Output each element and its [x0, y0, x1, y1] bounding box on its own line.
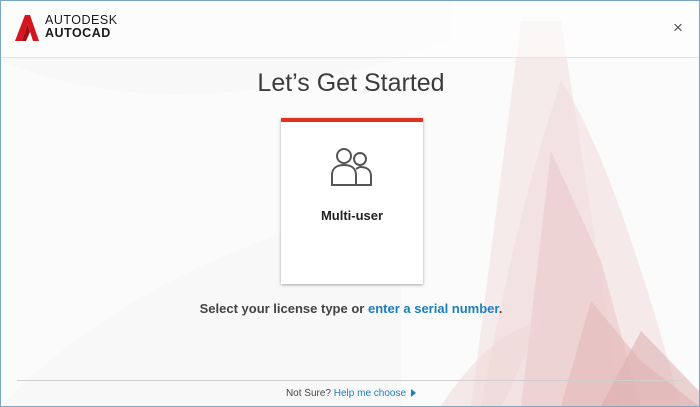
- footer: Not Sure? Help me choose: [1, 388, 699, 399]
- prompt-period: .: [498, 301, 503, 316]
- prompt-text: Select your license type or: [199, 301, 368, 316]
- title-bar: AUTODESK AUTOCAD ×: [1, 1, 699, 58]
- autocad-a-logo-icon: [15, 15, 39, 41]
- footer-divider: [17, 380, 683, 381]
- multi-user-option-card[interactable]: Multi-user: [281, 118, 423, 284]
- not-sure-text: Not Sure?: [285, 388, 334, 399]
- multi-user-label: Multi-user: [320, 208, 384, 223]
- license-prompt: Select your license type or enter a seri…: [1, 301, 699, 316]
- brand-wordmark: AUTODESK AUTOCAD: [45, 14, 118, 40]
- page-title: Let’s Get Started: [257, 69, 445, 97]
- multi-user-icon: [331, 148, 372, 186]
- close-icon[interactable]: ×: [671, 19, 685, 36]
- license-dialog: AUTODESK AUTOCAD × Let’s Get Started Mul…: [0, 0, 700, 407]
- help-me-choose-link[interactable]: Help me choose: [334, 388, 406, 399]
- play-arrow-icon[interactable]: [411, 389, 417, 397]
- enter-serial-number-link[interactable]: enter a serial number: [368, 301, 499, 316]
- brand-product: AUTOCAD: [45, 26, 111, 40]
